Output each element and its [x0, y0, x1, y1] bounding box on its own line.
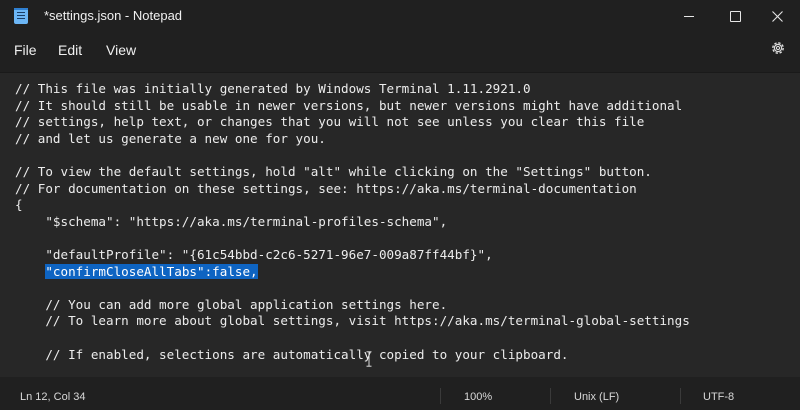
code-line: // and let us generate a new one for you…	[15, 130, 326, 146]
status-divider	[550, 388, 551, 404]
line-ending: Unix (LF)	[574, 391, 620, 403]
code-line: // For documentation on these settings, …	[15, 180, 637, 196]
code-line: // This file was initially generated by …	[15, 81, 531, 96]
gear-icon	[772, 42, 784, 54]
zoom-level: 100%	[464, 391, 493, 403]
cursor-position: Ln 12, Col 34	[20, 391, 86, 403]
code-line: {	[15, 197, 23, 213]
encoding: UTF-8	[703, 391, 735, 403]
close-button[interactable]	[754, 0, 800, 32]
minimize-icon	[684, 15, 694, 17]
code-line: "defaultProfile": "{61c54bbd-c2c6-5271-9…	[15, 246, 493, 262]
selected-line-indent	[15, 264, 45, 279]
code-line: // To view the default settings, hold "a…	[15, 163, 652, 179]
title-bar: *settings.json - Notepad	[0, 0, 800, 32]
status-divider	[440, 388, 441, 404]
code-line: // settings, help text, or changes that …	[15, 114, 645, 130]
code-line: // It should still be usable in newer ve…	[15, 97, 683, 113]
menu-file[interactable]: File	[14, 42, 37, 58]
maximize-icon	[729, 10, 741, 22]
settings-button[interactable]	[770, 40, 786, 56]
status-divider	[680, 388, 681, 404]
menu-edit[interactable]: Edit	[58, 42, 82, 58]
window-title: *settings.json - Notepad	[44, 8, 183, 23]
text-selection: "confirmCloseAllTabs":false,	[45, 263, 258, 279]
maximize-button[interactable]	[712, 0, 758, 32]
selected-line: "confirmCloseAllTabs":false,	[15, 263, 690, 281]
text-editor[interactable]: // This file was initially generated by …	[0, 72, 800, 377]
code-line: // To learn more about global settings, …	[15, 313, 690, 329]
menu-view[interactable]: View	[106, 42, 136, 58]
notepad-icon	[14, 8, 28, 24]
status-bar: Ln 12, Col 34 100% Unix (LF) UTF-8	[0, 382, 800, 410]
menu-bar: File Edit View	[0, 32, 800, 68]
code-line: // You can add more global application s…	[15, 296, 448, 312]
code-line: // If enabled, selections are automatica…	[15, 346, 569, 362]
minimize-button[interactable]	[666, 0, 712, 32]
code-text: // This file was initially generated by …	[15, 81, 690, 363]
text-cursor-icon	[366, 351, 372, 367]
close-icon	[771, 10, 783, 22]
code-line: "$schema": "https://aka.ms/terminal-prof…	[15, 213, 448, 229]
